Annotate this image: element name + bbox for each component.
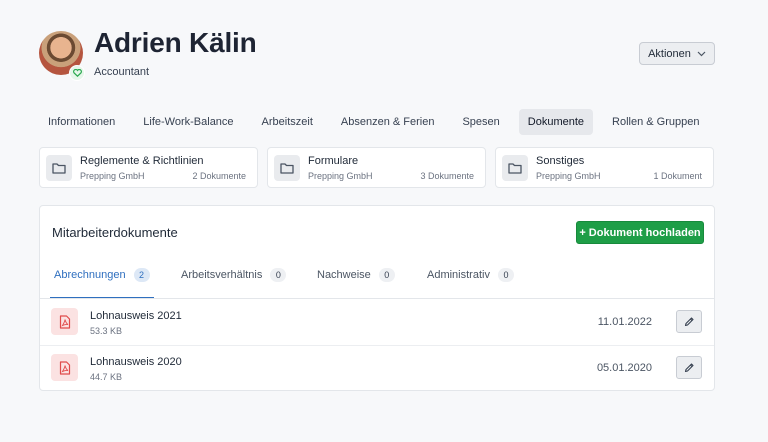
tab-absenzen-ferien[interactable]: Absenzen & Ferien (332, 109, 444, 135)
actions-button[interactable]: Aktionen (639, 42, 715, 65)
heart-icon (69, 65, 85, 81)
folder-icon (274, 155, 300, 181)
employee-name: Adrien Kälin (94, 27, 257, 58)
folder-title: Reglemente & Richtlinien (80, 155, 204, 167)
folder-card[interactable]: Formulare Prepping GmbH 3 Dokumente (267, 147, 486, 188)
employee-documents-panel: Mitarbeiterdokumente + Dokument hochlade… (39, 205, 715, 391)
upload-document-button[interactable]: + Dokument hochladen (576, 221, 704, 244)
folder-company: Prepping GmbH (80, 171, 145, 181)
doc-tab-abrechnungen[interactable]: Abrechnungen 2 (50, 268, 154, 298)
folder-count: 3 Dokumente (420, 171, 474, 181)
doc-tab-count: 0 (497, 268, 514, 282)
edit-document-button[interactable] (676, 356, 702, 379)
folder-count: 2 Dokumente (192, 171, 246, 181)
document-size: 44.7 KB (90, 372, 123, 382)
main-tabs: Informationen Life-Work-Balance Arbeitsz… (39, 109, 719, 135)
tab-dokumente[interactable]: Dokumente (518, 109, 594, 135)
pencil-icon (684, 317, 694, 327)
actions-label: Aktionen (648, 47, 691, 60)
profile-header: Adrien Kälin Accountant (39, 27, 715, 81)
document-row[interactable]: Lohnausweis 2021 53.3 KB 11.01.2022 (40, 299, 714, 345)
doc-tab-label: Nachweise (317, 269, 371, 281)
folder-title: Formulare (308, 155, 359, 167)
pencil-icon (684, 363, 694, 373)
folder-count: 1 Dokument (653, 171, 702, 181)
panel-title: Mitarbeiterdokumente (52, 225, 178, 240)
tab-life-work-balance[interactable]: Life-Work-Balance (134, 109, 242, 135)
folder-company: Prepping GmbH (308, 171, 373, 181)
tab-arbeitszeit[interactable]: Arbeitszeit (253, 109, 322, 135)
doc-tab-nachweise[interactable]: Nachweise 0 (317, 268, 395, 298)
doc-tab-administrativ[interactable]: Administrativ 0 (427, 268, 514, 298)
pdf-file-icon (51, 308, 78, 335)
document-date: 11.01.2022 (597, 316, 652, 328)
document-date: 05.01.2020 (596, 362, 652, 374)
folder-card[interactable]: Reglemente & Richtlinien Prepping GmbH 2… (39, 147, 258, 188)
doc-tab-count: 0 (378, 268, 395, 282)
tab-informationen[interactable]: Informationen (39, 109, 124, 135)
folder-icon (502, 155, 528, 181)
document-name: Lohnausweis 2020 (90, 356, 182, 368)
doc-tab-count: 2 (133, 268, 150, 282)
chevron-down-icon (697, 51, 706, 56)
folder-company: Prepping GmbH (536, 171, 601, 181)
folder-card[interactable]: Sonstiges Prepping GmbH 1 Dokument (495, 147, 714, 188)
doc-tab-label: Administrativ (427, 269, 490, 281)
folder-icon (46, 155, 72, 181)
doc-tab-label: Arbeitsverhältnis (181, 269, 263, 281)
doc-tab-count: 0 (270, 268, 287, 282)
tab-rollen-gruppen[interactable]: Rollen & Gruppen (603, 109, 708, 135)
edit-document-button[interactable] (676, 310, 702, 333)
folder-title: Sonstiges (536, 155, 585, 167)
document-size: 53.3 KB (90, 326, 123, 336)
doc-tab-arbeitsverhaeltnis[interactable]: Arbeitsverhältnis 0 (181, 268, 287, 298)
pdf-file-icon (51, 354, 78, 381)
tab-spesen[interactable]: Spesen (453, 109, 508, 135)
employee-role: Accountant (94, 66, 150, 78)
document-name: Lohnausweis 2021 (90, 310, 182, 322)
doc-tab-label: Abrechnungen (54, 269, 126, 281)
document-row[interactable]: Lohnausweis 2020 44.7 KB 05.01.2020 (40, 345, 714, 391)
